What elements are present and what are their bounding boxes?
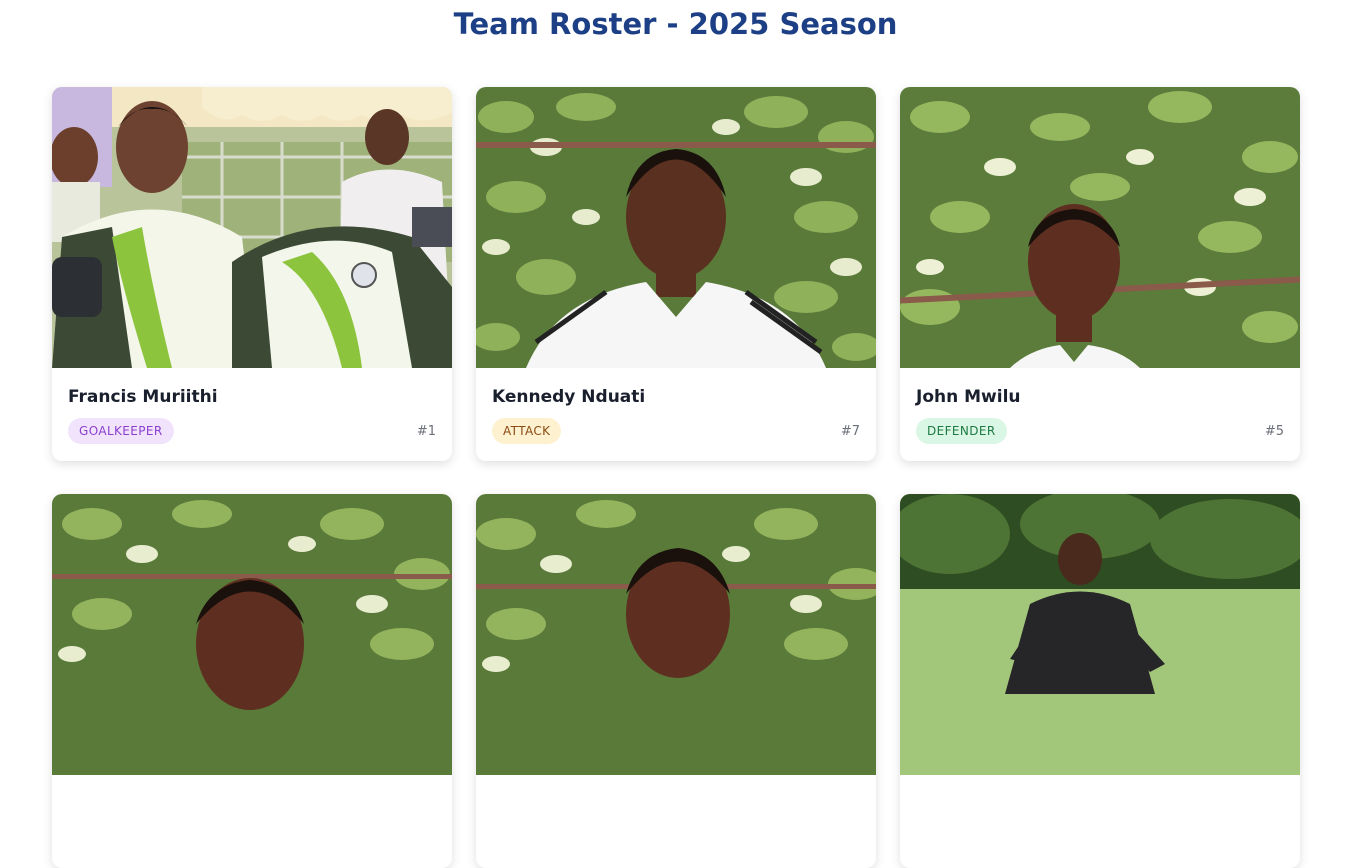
roster-grid: Francis Muriithi GOALKEEPER #1 Kennedy N… (52, 87, 1300, 868)
page-title: Team Roster - 2025 Season (453, 7, 898, 41)
player-card[interactable] (52, 494, 452, 868)
player-card[interactable]: Kennedy Nduati ATTACK #7 (476, 87, 876, 461)
player-card[interactable] (476, 494, 876, 868)
jersey-number: #1 (416, 423, 436, 439)
player-photo (900, 494, 1300, 775)
jersey-number: #7 (840, 423, 860, 439)
position-badge: DEFENDER (916, 418, 1007, 444)
player-card[interactable]: John Mwilu DEFENDER #5 (900, 87, 1300, 461)
player-name: Francis Muriithi (68, 387, 218, 407)
player-photo (476, 87, 876, 368)
player-photo (52, 87, 452, 368)
player-name: Kennedy Nduati (492, 387, 646, 407)
position-badge: ATTACK (492, 418, 562, 444)
player-photo (900, 87, 1300, 368)
position-badge: GOALKEEPER (68, 418, 174, 444)
player-photo (476, 494, 876, 775)
jersey-number: #5 (1264, 423, 1284, 439)
player-name: John Mwilu (916, 387, 1021, 407)
player-photo (52, 494, 452, 775)
player-card[interactable] (900, 494, 1300, 868)
player-card[interactable]: Francis Muriithi GOALKEEPER #1 (52, 87, 452, 461)
